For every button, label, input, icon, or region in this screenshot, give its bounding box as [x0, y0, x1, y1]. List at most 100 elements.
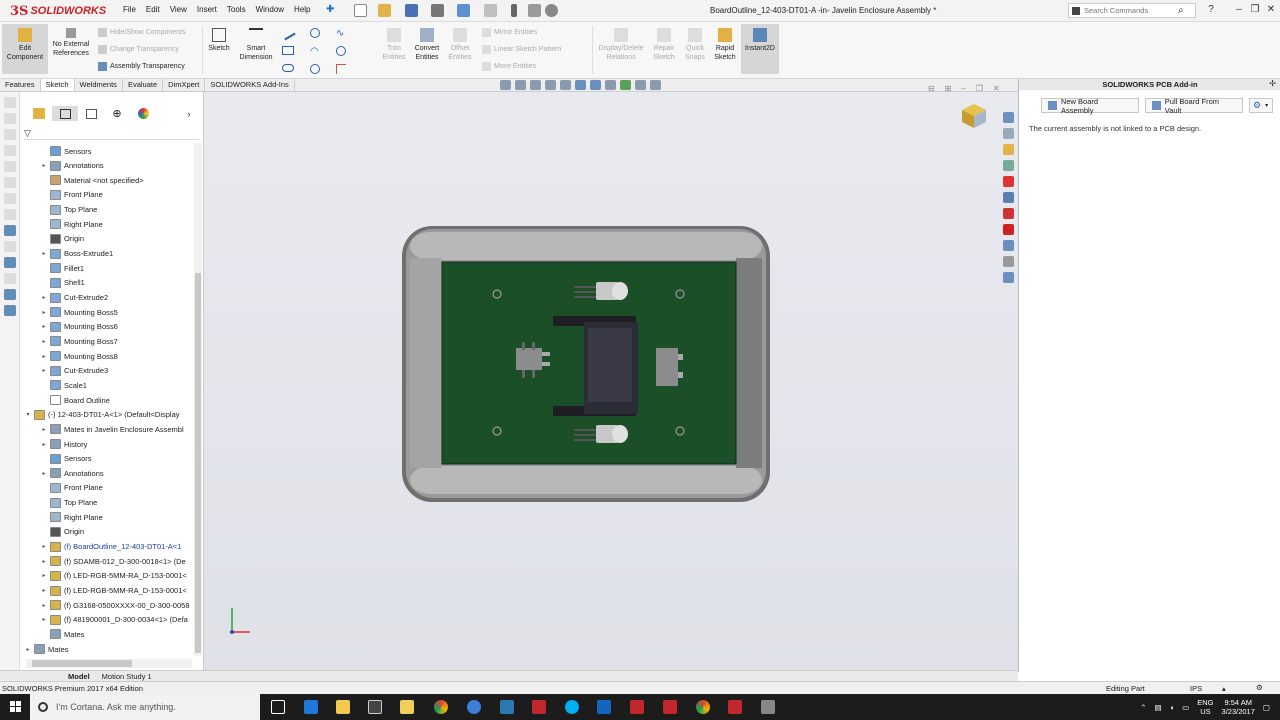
menu-tools[interactable]: Tools	[222, 5, 251, 14]
cortana-search-box[interactable]: I'm Cortana. Ask me anything.	[30, 694, 260, 720]
help-icon[interactable]: ?	[1205, 4, 1217, 16]
language-indicator[interactable]: ENG US	[1197, 698, 1213, 716]
tree-item[interactable]: ▸ Annotations	[40, 466, 104, 480]
search-icon[interactable]: ⌕	[1178, 5, 1184, 16]
expand-toggle-icon[interactable]: ▸	[40, 323, 48, 330]
tab-addins[interactable]: SOLIDWORKS Add-Ins	[205, 79, 295, 91]
solidworks-forum-icon[interactable]	[1003, 208, 1014, 219]
tree-item[interactable]: ▸ Mounting Boss5	[40, 305, 118, 319]
task-view-icon[interactable]	[271, 700, 285, 714]
tray-up-icon[interactable]: ⌃	[1140, 703, 1146, 712]
rectangle-icon[interactable]	[282, 46, 294, 55]
slot-icon[interactable]	[282, 64, 294, 72]
toolbar-icon[interactable]	[3, 193, 16, 204]
tabs-scroll-right[interactable]: ›	[176, 106, 202, 121]
volume-icon[interactable]: ◖	[1170, 703, 1175, 712]
tree-item[interactable]: ▸ Cut-Extrude3	[40, 364, 108, 378]
menu-insert[interactable]: Insert	[192, 5, 222, 14]
skype-icon[interactable]	[565, 700, 579, 714]
rapid-sketch-button[interactable]: Rapid Sketch	[710, 28, 740, 62]
feature-manager-tab[interactable]	[26, 106, 52, 121]
expand-toggle-icon[interactable]: ▾	[24, 411, 32, 418]
chrome-icon[interactable]	[434, 700, 448, 714]
sketch-button[interactable]: Sketch	[205, 28, 233, 53]
tree-item[interactable]: Shell1	[40, 276, 85, 290]
tree-item[interactable]: Origin	[40, 232, 84, 246]
toolbar-icon[interactable]	[3, 273, 16, 284]
tree-item[interactable]: Top Plane	[40, 203, 97, 217]
expand-toggle-icon[interactable]: ▸	[40, 587, 48, 594]
scroll-thumb[interactable]	[32, 660, 132, 667]
tab-sketch[interactable]: Sketch	[40, 79, 75, 91]
tree-item[interactable]: ▸ Mates	[24, 642, 68, 656]
pull-board-from-vault-button[interactable]: Pull Board From Vault	[1145, 97, 1243, 115]
configuration-manager-tab[interactable]	[78, 106, 104, 121]
polygon-icon[interactable]	[336, 46, 346, 56]
notification-icon[interactable]: ▢	[1263, 703, 1270, 712]
search-input[interactable]	[1084, 6, 1174, 15]
expand-toggle-icon[interactable]: ▸	[40, 602, 48, 609]
mirror-entities-button[interactable]: Mirror Entities	[482, 28, 537, 37]
traffic-light-icon[interactable]	[511, 4, 517, 17]
tree-item[interactable]: Origin	[40, 525, 84, 539]
quick-snaps-button[interactable]: Quick Snaps	[682, 28, 708, 62]
toolbar-icon[interactable]	[3, 129, 16, 140]
toolbar-icon[interactable]	[3, 305, 16, 316]
folder-icon[interactable]	[400, 700, 414, 714]
change-transparency-button[interactable]: Change Transparency	[98, 45, 179, 54]
tree-item[interactable]: ▸ Mounting Boss6	[40, 320, 118, 334]
toolbar-icon[interactable]	[3, 209, 16, 220]
spline-icon[interactable]: ∿	[336, 28, 346, 39]
pin-icon[interactable]: ✚	[326, 4, 339, 17]
tree-item[interactable]: ▸ Mounting Boss8	[40, 349, 118, 363]
tree-filter[interactable]: ▽	[24, 128, 200, 140]
tree-item[interactable]: Mates	[40, 627, 84, 641]
expand-toggle-icon[interactable]: ▸	[40, 426, 48, 433]
edit-appearance-icon[interactable]	[620, 80, 631, 90]
store-icon[interactable]	[368, 700, 382, 714]
expand-toggle-icon[interactable]: ▸	[40, 162, 48, 169]
file-explorer-icon[interactable]	[1003, 160, 1014, 171]
new-document-icon[interactable]	[354, 4, 367, 17]
print-icon[interactable]	[431, 4, 444, 17]
toolbar-icon[interactable]	[3, 241, 16, 252]
move-entities-button[interactable]: Move Entities	[482, 62, 536, 71]
viewport-restore-icon[interactable]: ❐	[976, 84, 983, 93]
dimxpert-manager-tab[interactable]: ⊕	[104, 106, 130, 121]
tree-item[interactable]: Sensors	[40, 144, 92, 158]
display-manager-tab[interactable]	[130, 106, 156, 121]
tree-item[interactable]: ▸ Cut-Extrude2	[40, 291, 108, 305]
expand-toggle-icon[interactable]: ▸	[24, 646, 32, 653]
no-external-references-button[interactable]: No External References	[50, 28, 92, 58]
tree-item[interactable]: Fillet1	[40, 261, 84, 275]
new-board-assembly-button[interactable]: New Board Assembly	[1041, 97, 1139, 115]
viewport-tile-icon[interactable]: ⊞	[945, 84, 952, 93]
arc-icon[interactable]: ◠	[310, 46, 320, 57]
settings-icon[interactable]: ⚙	[1256, 683, 1263, 692]
graphics-area[interactable]: ⊟ ⊞ – ❐ ✕	[204, 80, 1018, 672]
trim-entities-button[interactable]: Trim Entities	[380, 28, 408, 62]
view-palette-icon[interactable]	[1003, 240, 1014, 251]
toolbar-icon[interactable]	[3, 97, 16, 108]
display-style-icon[interactable]	[590, 80, 601, 90]
pin-panel-icon[interactable]: ✢	[1269, 79, 1276, 88]
tree-item[interactable]: Material <not specified>	[40, 173, 144, 187]
gear-icon[interactable]	[545, 4, 558, 17]
section-view-icon[interactable]	[545, 80, 556, 90]
tab-model[interactable]: Model	[62, 672, 96, 681]
menu-window[interactable]: Window	[251, 5, 289, 14]
instant2d-button[interactable]: Instant2D	[741, 24, 779, 74]
file-explorer-taskbar-icon[interactable]	[336, 700, 350, 714]
tree-item[interactable]: ▸ (f) SDAMB-012_D-300-0018<1> (De	[40, 554, 186, 568]
expand-toggle-icon[interactable]: ▸	[40, 572, 48, 579]
file-properties-icon[interactable]	[528, 4, 541, 17]
toolbar-icon[interactable]	[3, 225, 16, 236]
tree-item[interactable]: Right Plane	[40, 217, 103, 231]
view-orientation-icon[interactable]	[575, 80, 586, 90]
clock[interactable]: 9:54 AM 3/23/2017	[1222, 698, 1255, 716]
offset-entities-button[interactable]: Offset Entities	[444, 28, 476, 62]
save-icon[interactable]	[405, 4, 418, 17]
property-manager-tab[interactable]	[52, 106, 78, 121]
smart-dimension-button[interactable]: Smart Dimension	[236, 28, 276, 62]
linear-sketch-pattern-button[interactable]: Linear Sketch Pattern	[482, 45, 561, 54]
